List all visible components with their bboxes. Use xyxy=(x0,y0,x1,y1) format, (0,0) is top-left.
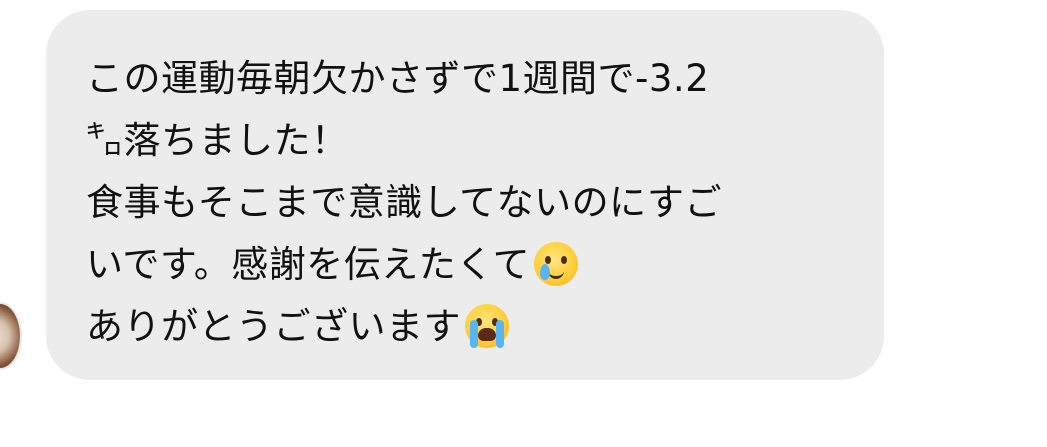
chat-screen: この運動毎朝欠かさずで1週間で-3.2 ㌔落ちました！ 食事もそこまで意識してな… xyxy=(0,0,1047,447)
message-text-1: この運動毎朝欠かさずで1週間で-3.2 xyxy=(86,57,710,100)
message-text-2: ㌔落ちました！ xyxy=(86,119,349,162)
message-line-1: この運動毎朝欠かさずで1週間で-3.2 xyxy=(86,48,864,110)
message-text-4: いです。感謝を伝えたくて xyxy=(86,243,531,286)
message-text-5: ありがとうございます xyxy=(86,305,461,348)
message-line-5: ありがとうございます xyxy=(86,296,864,358)
smiling-face-with-tear-icon xyxy=(534,242,579,286)
message-line-4: いです。感謝を伝えたくて xyxy=(86,234,864,296)
loudly-crying-face-icon xyxy=(465,304,509,348)
sender-avatar[interactable] xyxy=(0,302,22,370)
message-text-3: 食事もそこまで意識してないのにすご xyxy=(86,181,723,224)
message-bubble[interactable]: この運動毎朝欠かさずで1週間で-3.2 ㌔落ちました！ 食事もそこまで意識してな… xyxy=(46,10,884,380)
message-line-3: 食事もそこまで意識してないのにすご xyxy=(86,172,864,234)
message-line-2: ㌔落ちました！ xyxy=(86,110,864,172)
